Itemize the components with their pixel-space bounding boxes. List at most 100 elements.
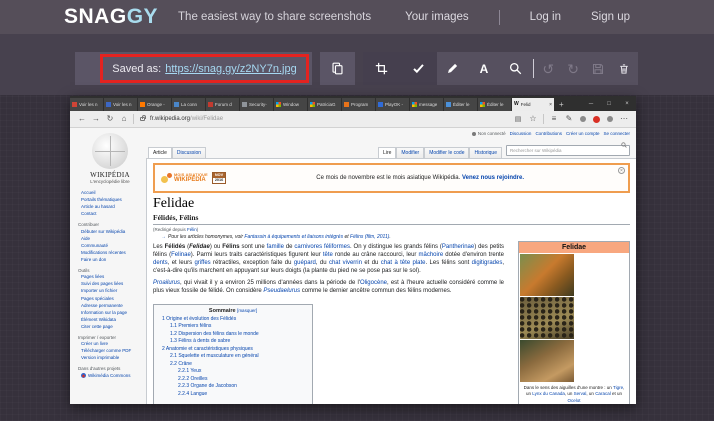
browser-tab[interactable]: Window	[274, 98, 307, 111]
sidebar-item-pages-sp-ciales[interactable]: Pages spéciales	[81, 296, 142, 302]
sidebar-item--l-ment-wikidata[interactable]: Élément Wikidata	[81, 317, 142, 323]
save-button[interactable]	[586, 52, 611, 85]
sidebar-item-faire-un-don[interactable]: Faire un don	[81, 257, 142, 263]
inline-link[interactable]: griffes	[194, 260, 210, 266]
sidebar-item-article-au-hasard[interactable]: Article au hasard	[81, 204, 142, 210]
sidebar-item-citer-cette-page[interactable]: Citer cette page	[81, 324, 142, 330]
inline-link[interactable]: Pseudaelurus	[263, 288, 300, 294]
zoom-button[interactable]	[500, 52, 531, 85]
snaggy-logo[interactable]: SNAGGY	[64, 5, 158, 29]
inline-link[interactable]: famille	[267, 244, 284, 250]
home-icon[interactable]: ⌂	[117, 115, 131, 123]
sidebar-item-adresse-permanente[interactable]: Adresse permanente	[81, 303, 142, 309]
undo-button[interactable]: ↺	[536, 52, 561, 85]
inline-link[interactable]: Proailurus	[153, 280, 180, 286]
view-tab-historique[interactable]: Historique	[469, 147, 502, 159]
nav-log-in[interactable]: Log in	[530, 11, 561, 23]
inline-link[interactable]: Félin	[187, 227, 197, 232]
new-tab-button[interactable]: +	[555, 98, 568, 111]
share-extension-icon[interactable]	[580, 116, 586, 122]
personal-link-contributions[interactable]: Contributions	[535, 131, 562, 136]
lastpass-extension-icon[interactable]	[593, 116, 600, 123]
inline-link[interactable]: Lynx du Canada	[532, 391, 565, 396]
close-button[interactable]: ×	[618, 101, 636, 107]
toc-hide-toggle[interactable]: [masquer]	[237, 308, 257, 313]
sidebar-item-suivi-des-pages-li-es[interactable]: Suivi des pages liées	[81, 281, 142, 287]
reading-view-icon[interactable]: ▤	[511, 116, 525, 123]
toc-entry[interactable]: 2.2.1 Yeux	[178, 368, 304, 376]
inline-link[interactable]: dents	[153, 260, 168, 266]
delete-button[interactable]	[610, 52, 638, 85]
browser-tab[interactable]: Éditer le	[478, 98, 511, 111]
view-tab-modifier[interactable]: Modifier	[396, 147, 424, 159]
sidebar-item-t-l-charger-comme-pdf[interactable]: Télécharger comme PDF	[81, 348, 142, 354]
url-field[interactable]: fr.wikipedia.org/wiki/Felidae	[150, 116, 223, 122]
inline-link[interactable]: Fantassin à équipements et liaisons inté…	[244, 234, 343, 240]
inline-link[interactable]: Félins (film, 2011)	[350, 234, 389, 240]
forward-icon[interactable]: →	[89, 115, 103, 123]
inline-link[interactable]: guépard	[294, 260, 316, 266]
browser-tab[interactable]: La conn	[172, 98, 205, 111]
toc-entry[interactable]: 1 Origine et évolution des Félidés	[162, 316, 304, 324]
personal-link-se-connecter[interactable]: Se connecter	[603, 131, 630, 136]
inline-link[interactable]: Serval	[574, 391, 587, 396]
crop-button[interactable]	[363, 52, 400, 85]
sidebar-item-importer-un-fichier[interactable]: Importer un fichier	[81, 288, 142, 294]
caracal-photo[interactable]	[520, 340, 574, 382]
browser-tab[interactable]: PlayOK -	[376, 98, 409, 111]
wikipedia-globe-logo[interactable]	[92, 133, 128, 169]
browser-tab[interactable]: message	[410, 98, 443, 111]
hub-icon[interactable]: ≡	[547, 115, 561, 123]
text-button[interactable]: A	[468, 52, 499, 85]
search-icon[interactable]	[621, 142, 627, 148]
more-options-icon[interactable]: ⋯	[617, 115, 631, 123]
inline-link[interactable]: tête	[323, 252, 333, 258]
personal-link-cr-er-un-compte[interactable]: Créer un compte	[566, 131, 600, 136]
draw-button[interactable]	[437, 52, 468, 85]
toc-entry[interactable]: 1.1 Premiers félins	[170, 323, 304, 331]
sidebar-item-wikim-dia-commons[interactable]: Wikimédia Commons	[81, 373, 142, 379]
inline-link[interactable]: Felinae	[171, 252, 191, 258]
saved-url-link[interactable]: https://snag.gy/z2NY7n.jpg	[165, 63, 296, 75]
pin-extension-icon[interactable]	[607, 116, 613, 122]
sidebar-item-version-imprimable[interactable]: Version imprimable	[81, 355, 142, 361]
wiki-search-input[interactable]	[506, 145, 630, 156]
tab-close-icon[interactable]: ×	[549, 102, 552, 108]
browser-tab[interactable]: Forum d	[206, 98, 239, 111]
inline-link[interactable]: chat à tête plate	[381, 260, 426, 266]
inline-link[interactable]: féliformes	[324, 244, 350, 250]
refresh-icon[interactable]: ↻	[103, 115, 117, 123]
minimize-button[interactable]: ─	[582, 101, 600, 107]
browser-tab[interactable]: Voir les n	[70, 98, 103, 111]
toc-entry[interactable]: 1.2 Dispersion des félins dans le monde	[170, 331, 304, 339]
inline-link[interactable]: Oligocène	[360, 280, 387, 286]
page-tab-discussion[interactable]: Discussion	[172, 147, 206, 159]
maximize-button[interactable]: □	[600, 101, 618, 107]
sidebar-item-contact[interactable]: Contact	[81, 211, 142, 217]
confirm-button[interactable]	[400, 52, 437, 85]
sidebar-item-aide[interactable]: Aide	[81, 236, 142, 242]
browser-tab-active[interactable]: W Felid ×	[512, 98, 554, 111]
ocelot-photo[interactable]	[520, 297, 574, 339]
inline-link[interactable]: digitigrades	[472, 260, 503, 266]
nav-sign-up[interactable]: Sign up	[591, 11, 630, 23]
inline-link[interactable]: carnivores	[294, 244, 322, 250]
toc-entry[interactable]: 2.1 Squelette et musculature en général	[170, 353, 304, 361]
inline-link[interactable]: Tigre	[613, 385, 623, 390]
sidebar-item-modifications-r-centes[interactable]: Modifications récentes	[81, 250, 142, 256]
toc-entry[interactable]: 2.2.3 Organe de Jacobson	[178, 383, 304, 391]
banner-close-icon[interactable]: ×	[618, 167, 625, 174]
browser-tab[interactable]: PatriciaG	[308, 98, 341, 111]
toc-entry[interactable]: 2.2.2 Oreilles	[178, 376, 304, 384]
sidebar-item-d-buter-sur-wikip-dia[interactable]: Débuter sur Wikipédia	[81, 229, 142, 235]
inline-link[interactable]: Ocelot	[567, 398, 580, 403]
browser-tab[interactable]: Voir les n	[104, 98, 137, 111]
banner-join-link[interactable]: Venez nous rejoindre.	[462, 175, 524, 181]
personal-link-discussion[interactable]: Discussion	[510, 131, 532, 136]
toc-entry[interactable]: 1.3 Félins à dents de sabre	[170, 338, 304, 346]
inline-link[interactable]: Caracal	[595, 391, 611, 396]
toc-entry[interactable]: 2.2 Crâne	[170, 361, 304, 369]
browser-tab[interactable]: Security-	[240, 98, 273, 111]
inline-link[interactable]: mâchoire	[419, 252, 444, 258]
inline-link[interactable]: chat viverrin	[329, 260, 362, 266]
